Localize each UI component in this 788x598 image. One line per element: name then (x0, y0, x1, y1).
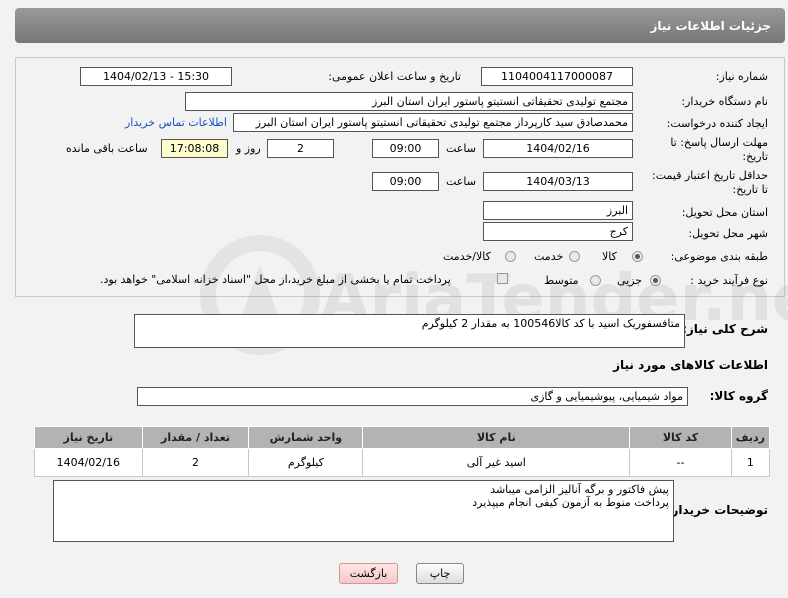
table-row: 1 -- اسید غیر آلی کیلوگرم 2 1404/02/16 (34, 448, 771, 477)
remaining-time-field: 17:08:08 (161, 139, 228, 158)
category-radio-service[interactable] (569, 251, 580, 262)
back-button[interactable]: بازگشت (339, 563, 398, 584)
cell-code: -- (629, 448, 732, 477)
reply-days-label: روز و (236, 142, 261, 155)
price-time-label: ساعت (446, 175, 476, 188)
goods-table: ردیف کد کالا نام کالا واحد شمارش تعداد /… (34, 426, 771, 477)
cell-unit: کیلوگرم (248, 448, 364, 477)
category-radio-goods-service[interactable] (505, 251, 516, 262)
purchase-type-option-minor: جزیی (617, 274, 643, 287)
requester-field: محمدصادق سید کارپرداز مجتمع تولیدی تحقیق… (233, 113, 633, 132)
goods-table-header: ردیف کد کالا نام کالا واحد شمارش تعداد /… (34, 426, 771, 449)
need-number-label: شماره نیاز: (715, 70, 768, 83)
buyer-org-label: نام دستگاه خریدار: (681, 95, 768, 108)
col-code: کد کالا (629, 426, 732, 449)
cell-qty: 2 (141, 448, 250, 477)
cell-row: 1 (730, 448, 771, 477)
remaining-time-label: ساعت باقی مانده (66, 142, 148, 155)
price-deadline-date: 1404/03/13 (483, 172, 633, 191)
purchase-type-label: نوع فرآیند خرید : (690, 274, 768, 287)
buyer-notes-label: توضیحات خریدار: (666, 503, 768, 517)
requester-label: ایجاد کننده درخواست: (666, 117, 768, 130)
reply-days-field: 2 (267, 139, 334, 158)
col-row: ردیف (730, 426, 771, 449)
page-header: جزئیات اطلاعات نیاز (15, 8, 785, 43)
buyer-notes-field: پیش فاکتور و برگه آنالیز الزامی میباشد پ… (53, 480, 674, 542)
city-field: کرج (483, 222, 633, 241)
buyer-org-field: مجتمع تولیدی تحقیقاتی انستیتو پاستور ایر… (185, 92, 633, 111)
reply-deadline-time: 09:00 (372, 139, 439, 158)
goods-section-title: اطلاعات کالاهای مورد نیاز (613, 358, 768, 372)
goods-group-field: مواد شیمیایی، پیوشیمیایی و گازی (137, 387, 688, 406)
category-option-goods: کالا (602, 250, 617, 263)
goods-group-label: گروه کالا: (709, 389, 768, 403)
cell-date: 1404/02/16 (34, 448, 143, 477)
reply-time-label: ساعت (446, 142, 476, 155)
price-deadline-label-2: تا تاریخ: (732, 183, 768, 196)
description-text: متافسفوریک اسید با کد کالا100546 به مقدا… (421, 317, 680, 330)
category-option-service: خدمت (534, 250, 564, 263)
treasury-payment-checkbox[interactable] (497, 273, 508, 284)
buyer-notes-line2: پرداخت منوط به آزمون کیفی انجام میپذیرد (472, 496, 669, 509)
col-unit: واحد شمارش (248, 426, 364, 449)
category-label: طبقه بندی موضوعی: (670, 250, 768, 263)
purchase-type-radio-minor[interactable] (650, 275, 661, 286)
description-label: شرح کلی نیاز: (682, 322, 768, 336)
announce-datetime-field: 1404/02/13 - 15:30 (80, 67, 232, 86)
cell-name: اسید غیر آلی (362, 448, 631, 477)
need-number-field: 1104004117000087 (481, 67, 633, 86)
purchase-type-radio-medium[interactable] (590, 275, 601, 286)
price-deadline-label: حداقل تاریخ اعتبار قیمت: (652, 169, 768, 182)
treasury-payment-note: پرداخت تمام یا بخشی از مبلغ خرید،از محل … (100, 273, 451, 286)
city-label: شهر محل تحویل: (688, 227, 768, 240)
col-date: تاریخ نیاز (34, 426, 143, 449)
reply-deadline-label: مهلت ارسال پاسخ: تا (670, 136, 768, 149)
col-qty: تعداد / مقدار (141, 426, 250, 449)
category-radio-goods[interactable] (632, 251, 643, 262)
col-name: نام کالا (362, 426, 631, 449)
page-title: جزئیات اطلاعات نیاز (650, 19, 771, 33)
print-button[interactable]: چاپ (416, 563, 464, 584)
price-deadline-time: 09:00 (372, 172, 439, 191)
province-label: استان محل تحویل: (681, 206, 768, 219)
province-field: البرز (483, 201, 633, 220)
reply-deadline-label-2: تاریخ: (742, 150, 768, 163)
description-field: متافسفوریک اسید با کد کالا100546 به مقدا… (134, 314, 685, 348)
purchase-type-option-medium: متوسط (544, 274, 579, 287)
announce-datetime-label: تاریخ و ساعت اعلان عمومی: (328, 70, 461, 83)
reply-deadline-date: 1404/02/16 (483, 139, 633, 158)
category-option-goods-service: کالا/خدمت (443, 250, 491, 263)
buyer-contact-link[interactable]: اطلاعات تماس خریدار (125, 116, 227, 129)
buyer-notes-line1: پیش فاکتور و برگه آنالیز الزامی میباشد (490, 483, 669, 496)
